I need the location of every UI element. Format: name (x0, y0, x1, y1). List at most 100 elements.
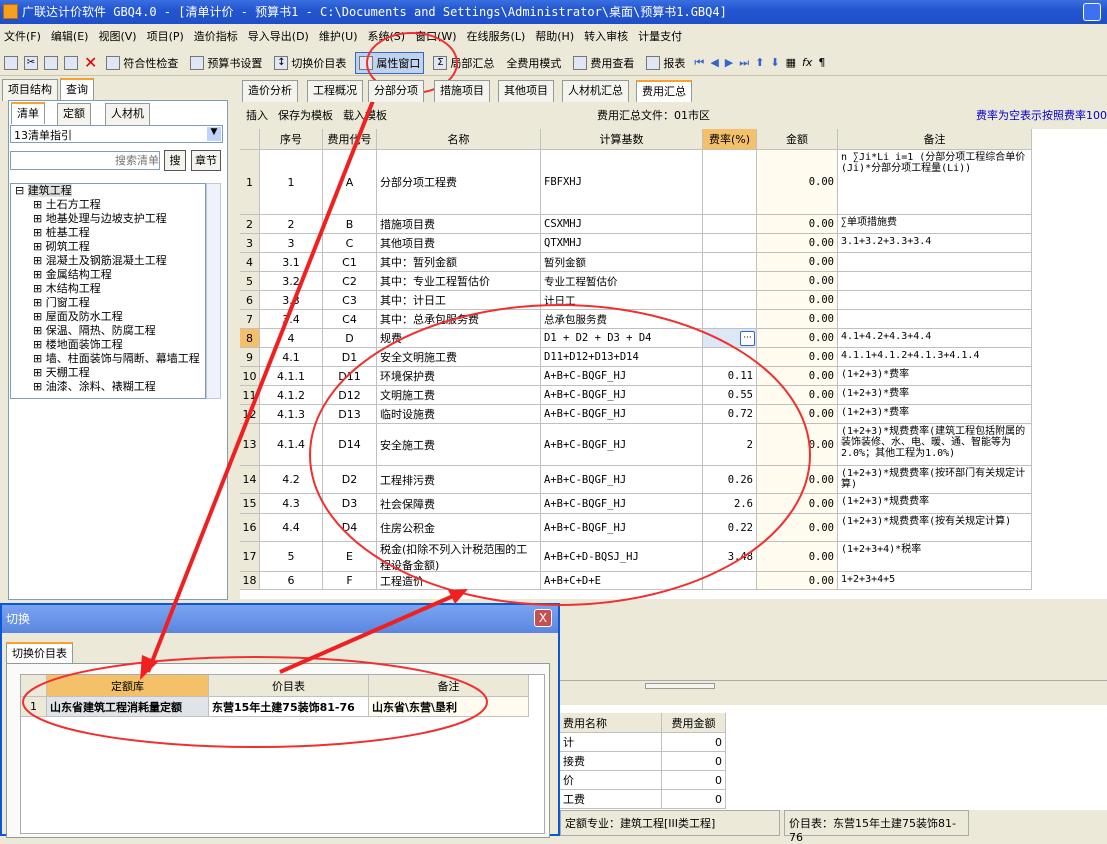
tree-item[interactable]: ⊞ 地基处理与边坡支护工程 (15, 212, 205, 226)
tree-item[interactable]: ⊞ 天棚工程 (15, 366, 205, 380)
rate-cell[interactable] (703, 253, 757, 272)
remark-cell[interactable]: (1+2+3)*费率 (838, 386, 1032, 405)
name-cell[interactable]: 分部分项工程费 (377, 150, 541, 215)
rate-cell[interactable] (703, 348, 757, 367)
code-cell[interactable]: C (323, 234, 377, 253)
base-cell[interactable]: A+B+C-BQGF_HJ (541, 424, 703, 466)
seq-cell[interactable]: 4.1 (260, 348, 323, 367)
tab-1[interactable]: 工程概况 (307, 80, 363, 102)
rate-cell[interactable]: 0.11 (703, 367, 757, 386)
code-cell[interactable]: D (323, 329, 377, 348)
rate-cell[interactable]: 0.55 (703, 386, 757, 405)
rate-cell[interactable] (703, 572, 757, 590)
tab-3[interactable]: 措施项目 (434, 80, 490, 102)
name-cell[interactable]: 社会保障费 (377, 494, 541, 514)
tree-item[interactable]: ⊞ 油漆、涂料、裱糊工程 (15, 380, 205, 394)
remark-cell[interactable]: (1+2+3)*规费费率(按有关规定计算) (838, 514, 1032, 542)
tab-quota[interactable]: 定额 (57, 103, 91, 125)
calculator-icon[interactable]: ▦ (786, 56, 796, 69)
rate-cell[interactable] (703, 310, 757, 329)
code-cell[interactable]: C4 (323, 310, 377, 329)
name-cell[interactable]: 规费 (377, 329, 541, 348)
seq-cell[interactable]: 6 (260, 572, 323, 590)
menu-import-export[interactable]: 导入导出(D) (248, 26, 309, 48)
remark-cell[interactable] (838, 272, 1032, 291)
base-cell[interactable]: A+B+C-BQGF_HJ (541, 514, 703, 542)
rate-cell[interactable]: 2.6 (703, 494, 757, 514)
prev-icon[interactable]: ◀ (710, 56, 718, 69)
remark-cell[interactable] (838, 253, 1032, 272)
rate-cell[interactable] (703, 215, 757, 234)
tree-scrollbar[interactable] (206, 183, 221, 399)
tree-item[interactable]: ⊞ 楼地面装饰工程 (15, 338, 205, 352)
tab-bill[interactable]: 清单 (11, 102, 45, 124)
tab-switch-price-table[interactable]: 切换价目表 (6, 642, 73, 664)
name-cell[interactable]: 其他项目费 (377, 234, 541, 253)
name-cell[interactable]: 工程排污费 (377, 466, 541, 494)
amount-cell[interactable]: 0.00 (757, 386, 838, 405)
delete-icon[interactable]: ✕ (84, 53, 97, 72)
budget-settings-button[interactable]: 预算书设置 (187, 53, 265, 73)
menu-online[interactable]: 在线服务(L) (467, 26, 526, 48)
seq-cell[interactable]: 3.2 (260, 272, 323, 291)
menu-audit[interactable]: 转入审核 (584, 26, 628, 48)
name-cell[interactable]: 安全施工费 (377, 424, 541, 466)
tree-item[interactable]: ⊞ 木结构工程 (15, 282, 205, 296)
remark-cell[interactable]: n ∑Ji*Li i=1 (分部分项工程综合单价 (Ji)*分部分项工程量(Li… (838, 150, 1032, 215)
chapter-button[interactable]: 章节 (191, 150, 221, 171)
code-cell[interactable]: D2 (323, 466, 377, 494)
tab-labor-material[interactable]: 人材机 (105, 103, 150, 125)
menu-maintain[interactable]: 维护(U) (319, 26, 358, 48)
tree-item[interactable]: ⊞ 桩基工程 (15, 226, 205, 240)
amount-cell[interactable]: 0.00 (757, 405, 838, 424)
base-cell[interactable]: D1 + D2 + D3 + D4 (541, 329, 703, 348)
seq-cell[interactable]: 3.4 (260, 310, 323, 329)
guide-select[interactable]: 13清单指引 ▼ (10, 125, 223, 143)
tab-0[interactable]: 造价分析 (242, 80, 298, 102)
menu-project[interactable]: 项目(P) (147, 26, 184, 48)
menu-measure-pay[interactable]: 计量支付 (638, 26, 682, 48)
menu-help[interactable]: 帮助(H) (535, 26, 574, 48)
base-cell[interactable]: QTXMHJ (541, 234, 703, 253)
amount-cell[interactable]: 0.00 (757, 310, 838, 329)
remark-cell[interactable]: (1+2+3)*规费费率(按环部门有关规定计算) (838, 466, 1032, 494)
amount-cell[interactable]: 0.00 (757, 494, 838, 514)
seq-cell[interactable]: 4.1.1 (260, 367, 323, 386)
cut-icon[interactable]: ✂ (24, 55, 38, 70)
rate-cell[interactable] (703, 291, 757, 310)
save-template-button[interactable]: 保存为模板 (278, 107, 333, 123)
name-cell[interactable]: 其中：总承包服务费 (377, 310, 541, 329)
remark-cell[interactable]: (1+2+3)*费率 (838, 405, 1032, 424)
insert-button[interactable]: 插入 (246, 107, 268, 123)
rate-cell[interactable] (703, 234, 757, 253)
partial-summary-button[interactable]: Σ 局部汇总 (430, 53, 497, 73)
remark-cell[interactable]: (1+2+3)*费率 (838, 367, 1032, 386)
amount-cell[interactable]: 0.00 (757, 466, 838, 494)
minimize-button[interactable] (1083, 3, 1101, 21)
seq-cell[interactable]: 2 (260, 215, 323, 234)
base-cell[interactable]: A+B+C-BQGF_HJ (541, 494, 703, 514)
code-cell[interactable]: C3 (323, 291, 377, 310)
paste-icon[interactable] (64, 55, 78, 70)
base-cell[interactable]: A+B+C-BQGF_HJ (541, 386, 703, 405)
ellipsis-button[interactable]: ··· (740, 331, 755, 346)
tab-6[interactable]: 费用汇总 (636, 80, 692, 102)
tree-item[interactable]: ⊞ 墙、柱面装饰与隔断、幕墙工程 (15, 352, 205, 366)
tree-item[interactable]: ⊞ 土石方工程 (15, 198, 205, 212)
code-cell[interactable]: D3 (323, 494, 377, 514)
name-cell[interactable]: 文明施工费 (377, 386, 541, 405)
base-cell[interactable]: D11+D12+D13+D14 (541, 348, 703, 367)
seq-cell[interactable]: 4.4 (260, 514, 323, 542)
code-cell[interactable]: D11 (323, 367, 377, 386)
rate-cell[interactable]: 0.26 (703, 466, 757, 494)
seq-cell[interactable]: 3.3 (260, 291, 323, 310)
tree-item[interactable]: ⊞ 屋面及防水工程 (15, 310, 205, 324)
cost-view-button[interactable]: 费用查看 (570, 53, 637, 73)
name-cell[interactable]: 其中：专业工程暂估价 (377, 272, 541, 291)
seq-cell[interactable]: 4 (260, 329, 323, 348)
name-cell[interactable]: 其中：暂列金额 (377, 253, 541, 272)
seq-cell[interactable]: 4.1.2 (260, 386, 323, 405)
tree-item[interactable]: ⊞ 混凝土及钢筋混凝土工程 (15, 254, 205, 268)
remark-cell[interactable]: 3.1+3.2+3.3+3.4 (838, 234, 1032, 253)
rate-cell[interactable] (703, 150, 757, 215)
